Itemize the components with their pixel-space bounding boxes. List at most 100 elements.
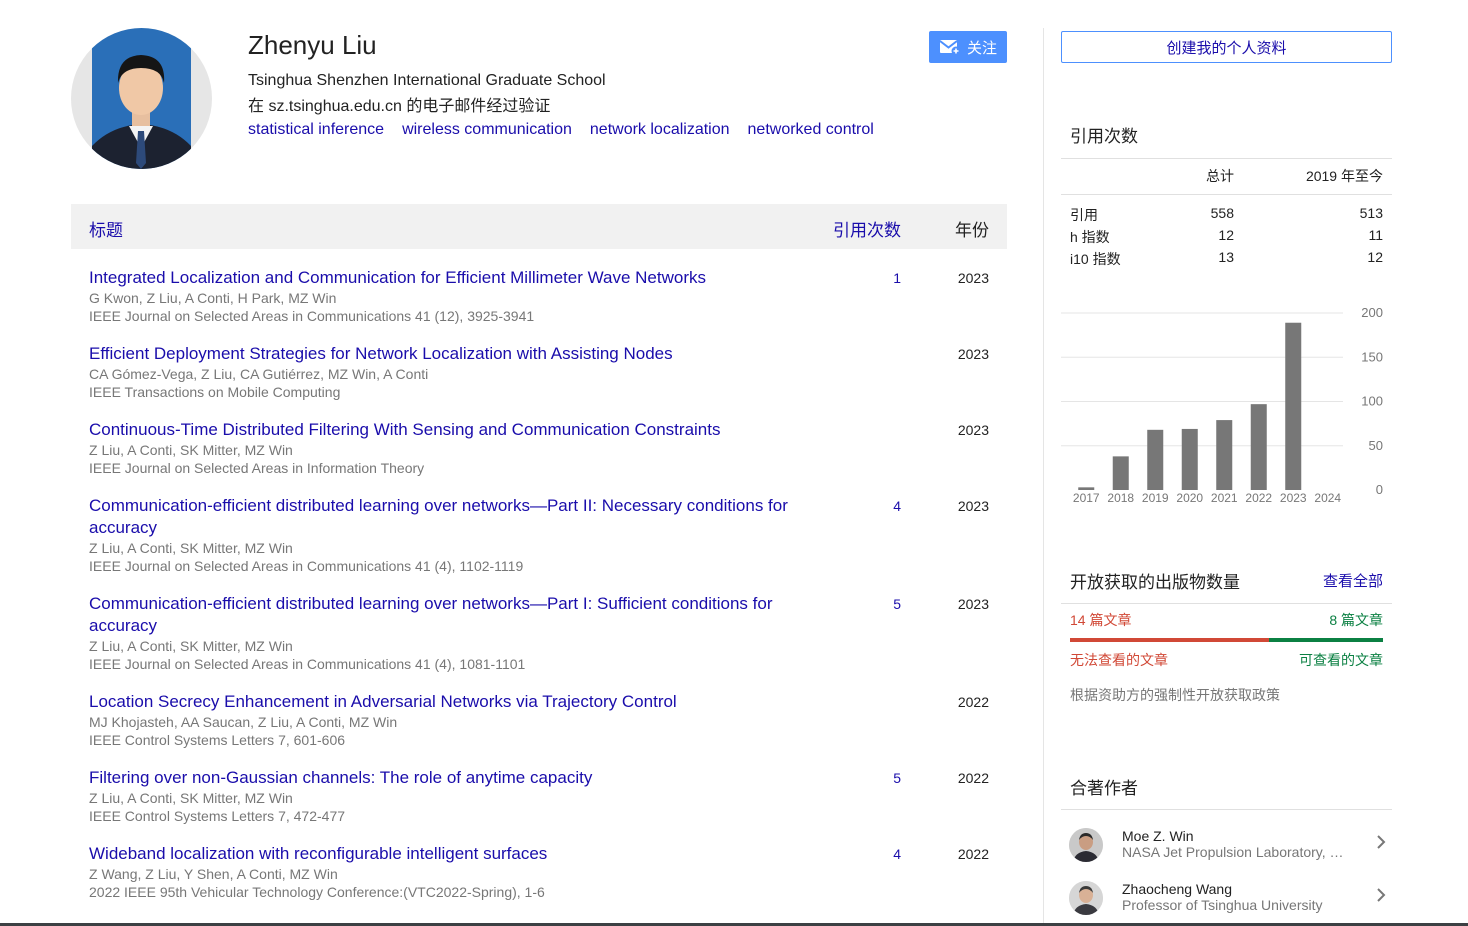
publication-title-link[interactable]: Communication-efficient distributed lear… bbox=[89, 495, 819, 539]
publication-venue: 2022 IEEE 95th Vehicular Technology Conf… bbox=[89, 884, 545, 900]
chart-x-tick-label: 2018 bbox=[1107, 491, 1134, 505]
publication-title-link[interactable]: Filtering over non-Gaussian channels: Th… bbox=[89, 767, 819, 789]
publication-authors: CA Gómez-Vega, Z Liu, CA Gutiérrez, MZ W… bbox=[89, 366, 429, 382]
chart-y-tick-label: 50 bbox=[1369, 438, 1383, 453]
stat-since: 513 bbox=[1359, 205, 1383, 221]
publication-cited-by-link[interactable]: 5 bbox=[893, 770, 901, 786]
sort-by-year[interactable]: 年份 bbox=[955, 216, 989, 241]
unavailable-articles-label: 无法查看的文章 bbox=[1070, 652, 1168, 668]
publication-authors: Z Liu, A Conti, SK Mitter, MZ Win bbox=[89, 442, 293, 458]
mail-plus-icon bbox=[939, 38, 961, 56]
publication-venue: IEEE Journal on Selected Areas in Commun… bbox=[89, 558, 524, 574]
publication-title-link[interactable]: Location Secrecy Enhancement in Adversar… bbox=[89, 691, 819, 713]
chart-y-tick-label: 150 bbox=[1361, 349, 1383, 364]
chart-bar-2019[interactable] bbox=[1147, 429, 1164, 490]
chart-x-tick-label: 2024 bbox=[1314, 491, 1341, 505]
stat-row-citations: 引用 558 513 bbox=[1070, 205, 1383, 223]
publication-authors: G Kwon, Z Liu, A Conti, H Park, MZ Win bbox=[89, 290, 337, 306]
publication-row: Location Secrecy Enhancement in Adversar… bbox=[71, 673, 1007, 749]
chart-y-tick-label: 0 bbox=[1376, 482, 1383, 497]
stat-label[interactable]: i10 指数 bbox=[1070, 249, 1121, 269]
chart-bar-2023[interactable] bbox=[1285, 322, 1302, 490]
divider bbox=[1061, 603, 1392, 604]
available-articles-label: 可查看的文章 bbox=[1299, 652, 1383, 668]
interest-link[interactable]: wireless communication bbox=[402, 121, 572, 139]
publication-title-link[interactable]: Wideband localization with reconfigurabl… bbox=[89, 843, 819, 865]
publication-row: Wideband localization with reconfigurabl… bbox=[71, 825, 1007, 901]
stat-total: 12 bbox=[1218, 227, 1234, 243]
chart-x-tick-label: 2021 bbox=[1211, 491, 1238, 505]
stat-since: 12 bbox=[1367, 249, 1383, 265]
interest-link[interactable]: networked control bbox=[748, 121, 874, 139]
chart-bar-2018[interactable] bbox=[1112, 456, 1129, 490]
publication-authors: Z Liu, A Conti, SK Mitter, MZ Win bbox=[89, 540, 293, 556]
divider bbox=[1061, 158, 1392, 159]
publication-title-link[interactable]: Integrated Localization and Communicatio… bbox=[89, 267, 819, 289]
profile-name: Zhenyu Liu bbox=[248, 30, 377, 60]
follow-label: 关注 bbox=[966, 39, 997, 57]
publication-title-link[interactable]: Continuous-Time Distributed Filtering Wi… bbox=[89, 419, 819, 441]
publication-cited-by-link[interactable]: 4 bbox=[893, 498, 901, 514]
open-access-mandate-note: 根据资助方的强制性开放获取政策 bbox=[1070, 687, 1280, 703]
available-articles-count[interactable]: 8 篇文章 bbox=[1329, 610, 1383, 630]
publication-cited-by-link[interactable]: 4 bbox=[893, 846, 901, 862]
chart-bar-2020[interactable] bbox=[1181, 428, 1198, 490]
stats-column-total: 总计 bbox=[1206, 168, 1234, 184]
create-profile-button[interactable]: 创建我的个人资料 bbox=[1061, 31, 1392, 63]
coauthor-avatar bbox=[1069, 881, 1103, 915]
publication-venue: IEEE Journal on Selected Areas in Commun… bbox=[89, 656, 526, 672]
publication-year: 2023 bbox=[957, 498, 989, 514]
publication-year: 2023 bbox=[957, 270, 989, 286]
coauthor-name: Zhaocheng Wang bbox=[1122, 881, 1232, 897]
sidebar-divider bbox=[1043, 28, 1044, 926]
publication-venue: IEEE Control Systems Letters 7, 472-477 bbox=[89, 808, 346, 824]
interest-link[interactable]: statistical inference bbox=[248, 121, 384, 139]
chart-bar-2021[interactable] bbox=[1216, 420, 1233, 490]
coauthor-avatar bbox=[1069, 828, 1103, 862]
open-access-heading: 开放获取的出版物数量 bbox=[1070, 573, 1240, 592]
unavailable-articles-count[interactable]: 14 篇文章 bbox=[1070, 610, 1131, 630]
publication-row: Integrated Localization and Communicatio… bbox=[71, 249, 1007, 325]
chart-x-tick-label: 2019 bbox=[1142, 491, 1169, 505]
publication-year: 2023 bbox=[957, 596, 989, 612]
stat-total: 558 bbox=[1210, 205, 1234, 221]
stat-label[interactable]: 引用 bbox=[1070, 205, 1098, 225]
sort-by-title[interactable]: 标题 bbox=[89, 216, 123, 241]
publication-authors: Z Liu, A Conti, SK Mitter, MZ Win bbox=[89, 790, 293, 806]
publication-title-link[interactable]: Communication-efficient distributed lear… bbox=[89, 593, 819, 637]
coauthor-affiliation: NASA Jet Propulsion Laboratory, Caltech bbox=[1122, 844, 1350, 860]
chart-x-tick-label: 2020 bbox=[1176, 491, 1203, 505]
open-access-bar bbox=[1070, 638, 1383, 642]
view-all-link[interactable]: 查看全部 bbox=[1323, 570, 1383, 591]
stat-total: 13 bbox=[1218, 249, 1234, 265]
stat-row-h-index: h 指数 12 11 bbox=[1070, 227, 1383, 245]
follow-button[interactable]: 关注 bbox=[929, 31, 1007, 63]
publication-year: 2022 bbox=[957, 846, 989, 862]
publication-title-link[interactable]: Efficient Deployment Strategies for Netw… bbox=[89, 343, 819, 365]
publication-row: Continuous-Time Distributed Filtering Wi… bbox=[71, 401, 1007, 477]
citations-per-year-chart: 0 50 100 150 200 2017 2018 2019 2020 2021 2022 2023… bbox=[1061, 305, 1383, 505]
publication-venue: IEEE Journal on Selected Areas in Inform… bbox=[89, 460, 425, 476]
chart-bar-2022[interactable] bbox=[1250, 404, 1267, 490]
research-interests: statistical inference wireless communicat… bbox=[248, 121, 874, 139]
coauthor-item[interactable]: Zhaocheng Wang Professor of Tsinghua Uni… bbox=[1069, 881, 1392, 921]
sort-by-citations[interactable]: 引用次数 bbox=[833, 216, 901, 241]
chart-x-tick-label: 2017 bbox=[1073, 491, 1100, 505]
stat-since: 11 bbox=[1368, 227, 1383, 243]
chart-y-tick-label: 100 bbox=[1361, 394, 1383, 409]
interest-link[interactable]: network localization bbox=[590, 121, 730, 139]
stat-label[interactable]: h 指数 bbox=[1070, 227, 1110, 247]
publication-venue: IEEE Journal on Selected Areas in Commun… bbox=[89, 308, 535, 324]
divider bbox=[1061, 809, 1392, 810]
coauthor-name: Moe Z. Win bbox=[1122, 828, 1194, 844]
publication-row: Filtering over non-Gaussian channels: Th… bbox=[71, 749, 1007, 825]
publication-cited-by-link[interactable]: 5 bbox=[893, 596, 901, 612]
publication-venue: IEEE Transactions on Mobile Computing bbox=[89, 384, 341, 400]
publication-year: 2023 bbox=[957, 422, 989, 438]
publication-cited-by-link[interactable]: 1 bbox=[893, 270, 901, 286]
publications-list: Integrated Localization and Communicatio… bbox=[71, 249, 1007, 926]
chart-bar-2017[interactable] bbox=[1078, 487, 1095, 490]
coauthor-item[interactable]: Moe Z. Win NASA Jet Propulsion Laborator… bbox=[1069, 828, 1392, 868]
publication-venue: IEEE Control Systems Letters 7, 601-606 bbox=[89, 732, 346, 748]
citations-heading: 引用次数 bbox=[1070, 127, 1138, 146]
